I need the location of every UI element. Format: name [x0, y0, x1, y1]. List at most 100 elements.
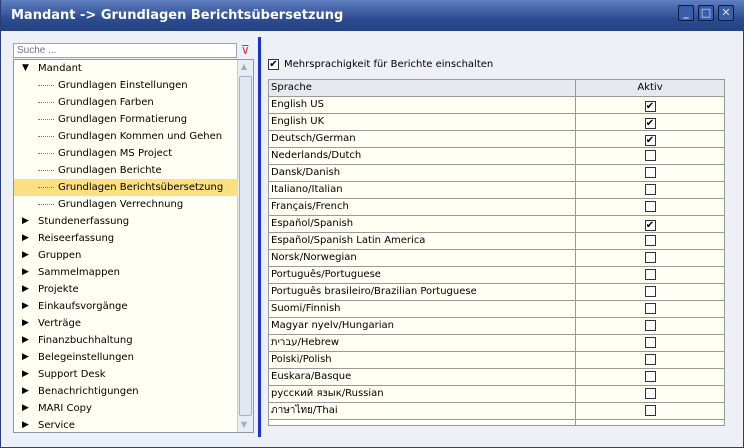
tree-item[interactable]: ▶ Einkaufsvorgänge: [14, 298, 238, 315]
tree-item[interactable]: ▶ Stundenerfassung: [14, 213, 238, 230]
active-checkbox[interactable]: ✔: [644, 118, 656, 129]
clear-filter-icon[interactable]: ⊽: [241, 43, 250, 57]
tree-item[interactable]: ▶ Belegeinstellungen: [14, 349, 238, 366]
active-checkbox[interactable]: [644, 405, 656, 416]
tree-connector: [38, 102, 54, 103]
tree-item-label: Benachrichtigungen: [38, 386, 139, 397]
empty-row[interactable]: [269, 420, 724, 425]
active-cell: [575, 301, 724, 317]
scroll-up-icon[interactable]: ▲: [241, 62, 247, 71]
tree-item[interactable]: Grundlagen Einstellungen: [14, 77, 238, 94]
active-checkbox[interactable]: [644, 269, 656, 280]
active-checkbox[interactable]: [644, 354, 656, 365]
close-button[interactable]: ✕: [718, 5, 734, 21]
tree-item[interactable]: Grundlagen Berichtsübersetzung: [14, 179, 238, 196]
title-bar: Mandant -> Grundlagen Berichtsübersetzun…: [1, 0, 744, 31]
tree-item-label: Grundlagen MS Project: [58, 148, 173, 159]
tree-item[interactable]: Grundlagen MS Project: [14, 145, 238, 162]
table-row: Norsk/Norwegian: [269, 250, 724, 267]
tree-item[interactable]: ▶ Service: [14, 417, 238, 432]
expand-arrow-icon[interactable]: ▶: [22, 213, 29, 230]
tree-item[interactable]: Grundlagen Farben: [14, 94, 238, 111]
expand-arrow-icon[interactable]: ▶: [22, 315, 29, 332]
language-cell: Norsk/Norwegian: [271, 252, 357, 263]
multilang-checkbox-row[interactable]: ✔ Mehrsprachigkeit für Berichte einschal…: [268, 59, 493, 70]
active-checkbox[interactable]: ✔: [644, 220, 656, 231]
tree-item[interactable]: ▶ Reiseerfassung: [14, 230, 238, 247]
tree-item[interactable]: ▶ Sammelmappen: [14, 264, 238, 281]
expand-arrow-icon[interactable]: ▶: [22, 366, 29, 383]
scrollbar-thumb[interactable]: [239, 76, 252, 416]
language-cell: русский язык/Russian: [271, 388, 384, 399]
table-row: Português/Portuguese: [269, 267, 724, 284]
active-checkbox[interactable]: [644, 201, 656, 212]
active-checkbox[interactable]: [644, 252, 656, 263]
language-cell: Español/Spanish Latin America: [271, 235, 426, 246]
table-row: Español/Spanish Latin America: [269, 233, 724, 250]
table-row: Español/Spanish ✔: [269, 216, 724, 233]
active-cell: [575, 165, 724, 181]
active-checkbox[interactable]: ✔: [644, 135, 656, 146]
active-checkbox[interactable]: ✔: [644, 101, 656, 112]
active-checkbox[interactable]: [644, 235, 656, 246]
expand-arrow-icon[interactable]: ▶: [22, 281, 29, 298]
table-row: English US ✔: [269, 97, 724, 114]
tree-item[interactable]: ▶ Verträge: [14, 315, 238, 332]
tree-scrollbar[interactable]: ▲ ▼: [237, 60, 253, 432]
active-checkbox[interactable]: [644, 286, 656, 297]
multilang-label: Mehrsprachigkeit für Berichte einschalte…: [284, 59, 494, 70]
minimize-button[interactable]: _: [678, 5, 694, 21]
expand-arrow-icon[interactable]: ▶: [22, 349, 29, 366]
tree-item[interactable]: ▶ MARI Copy: [14, 400, 238, 417]
active-checkbox[interactable]: [644, 388, 656, 399]
tree-item-label: Grundlagen Kommen und Gehen: [58, 131, 223, 142]
active-cell: [575, 284, 724, 300]
language-cell: Suomi/Finnish: [271, 303, 341, 314]
splitter[interactable]: [258, 37, 261, 437]
maximize-button[interactable]: □: [698, 5, 714, 21]
tree-item[interactable]: Grundlagen Kommen und Gehen: [14, 128, 238, 145]
active-checkbox[interactable]: [644, 303, 656, 314]
active-checkbox[interactable]: [644, 320, 656, 331]
tree-item[interactable]: ▶ Support Desk: [14, 366, 238, 383]
tree-item-label: Grundlagen Berichte: [58, 165, 162, 176]
tree-item[interactable]: ▶ Gruppen: [14, 247, 238, 264]
tree-item-label: Projekte: [38, 284, 79, 295]
tree-item[interactable]: ▶ Finanzbuchhaltung: [14, 332, 238, 349]
active-cell: [575, 369, 724, 385]
expand-arrow-icon[interactable]: ▶: [22, 400, 29, 417]
collapse-arrow-icon[interactable]: ▼: [22, 60, 29, 77]
tree-connector: [38, 153, 54, 154]
language-cell: Italiano/Italian: [271, 184, 343, 195]
active-checkbox[interactable]: [644, 371, 656, 382]
tree-item[interactable]: Grundlagen Verrechnung: [14, 196, 238, 213]
active-checkbox[interactable]: [644, 167, 656, 178]
tree-item[interactable]: Grundlagen Berichte: [14, 162, 238, 179]
column-header-aktiv[interactable]: Aktiv: [575, 80, 724, 96]
expand-arrow-icon[interactable]: ▶: [22, 383, 29, 400]
active-cell: [575, 233, 724, 249]
expand-arrow-icon[interactable]: ▶: [22, 332, 29, 349]
tree-item[interactable]: Grundlagen Formatierung: [14, 111, 238, 128]
active-checkbox[interactable]: [644, 184, 656, 195]
tree-connector: [38, 187, 54, 188]
expand-arrow-icon[interactable]: ▶: [22, 298, 29, 315]
scroll-down-icon[interactable]: ▼: [241, 420, 247, 429]
search-input[interactable]: [13, 43, 237, 58]
table-row: Nederlands/Dutch: [269, 148, 724, 165]
active-checkbox[interactable]: [644, 337, 656, 348]
active-checkbox[interactable]: [644, 150, 656, 161]
expand-arrow-icon[interactable]: ▶: [22, 417, 29, 432]
expand-arrow-icon[interactable]: ▶: [22, 230, 29, 247]
tree-item[interactable]: ▼ Mandant: [14, 60, 238, 77]
active-cell: [575, 250, 724, 266]
tree-item[interactable]: ▶ Projekte: [14, 281, 238, 298]
multilang-checkbox[interactable]: ✔: [268, 59, 279, 70]
language-cell: Magyar nyelv/Hungarian: [271, 320, 394, 331]
tree-item-label: Einkaufsvorgänge: [38, 301, 128, 312]
expand-arrow-icon[interactable]: ▶: [22, 247, 29, 264]
tree-item[interactable]: ▶ Benachrichtigungen: [14, 383, 238, 400]
expand-arrow-icon[interactable]: ▶: [22, 264, 29, 281]
table-row: Magyar nyelv/Hungarian: [269, 318, 724, 335]
column-header-sprache[interactable]: Sprache: [271, 80, 312, 96]
